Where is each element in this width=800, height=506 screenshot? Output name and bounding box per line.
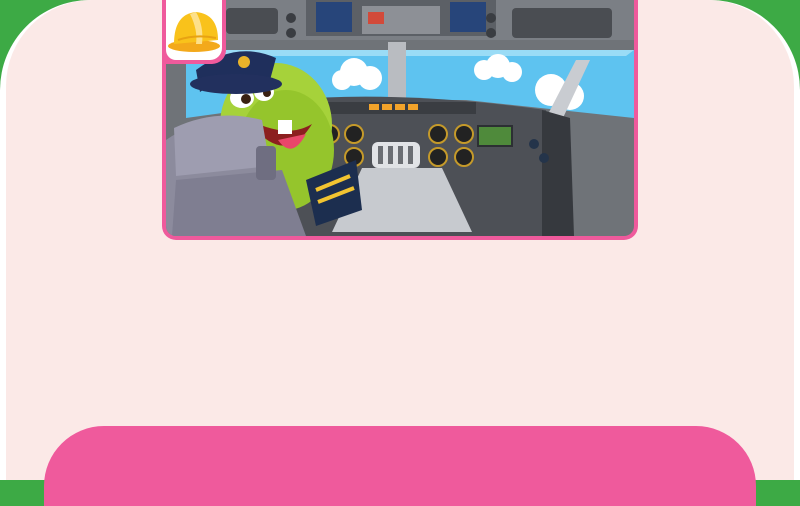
cockpit-illustration: [166, 0, 634, 236]
badge-inner: [166, 0, 222, 60]
cockpit-scene[interactable]: [166, 0, 634, 236]
hard-hat-icon: [168, 12, 220, 52]
hard-hat-badge[interactable]: [162, 0, 226, 64]
bottom-bar[interactable]: [44, 426, 756, 506]
